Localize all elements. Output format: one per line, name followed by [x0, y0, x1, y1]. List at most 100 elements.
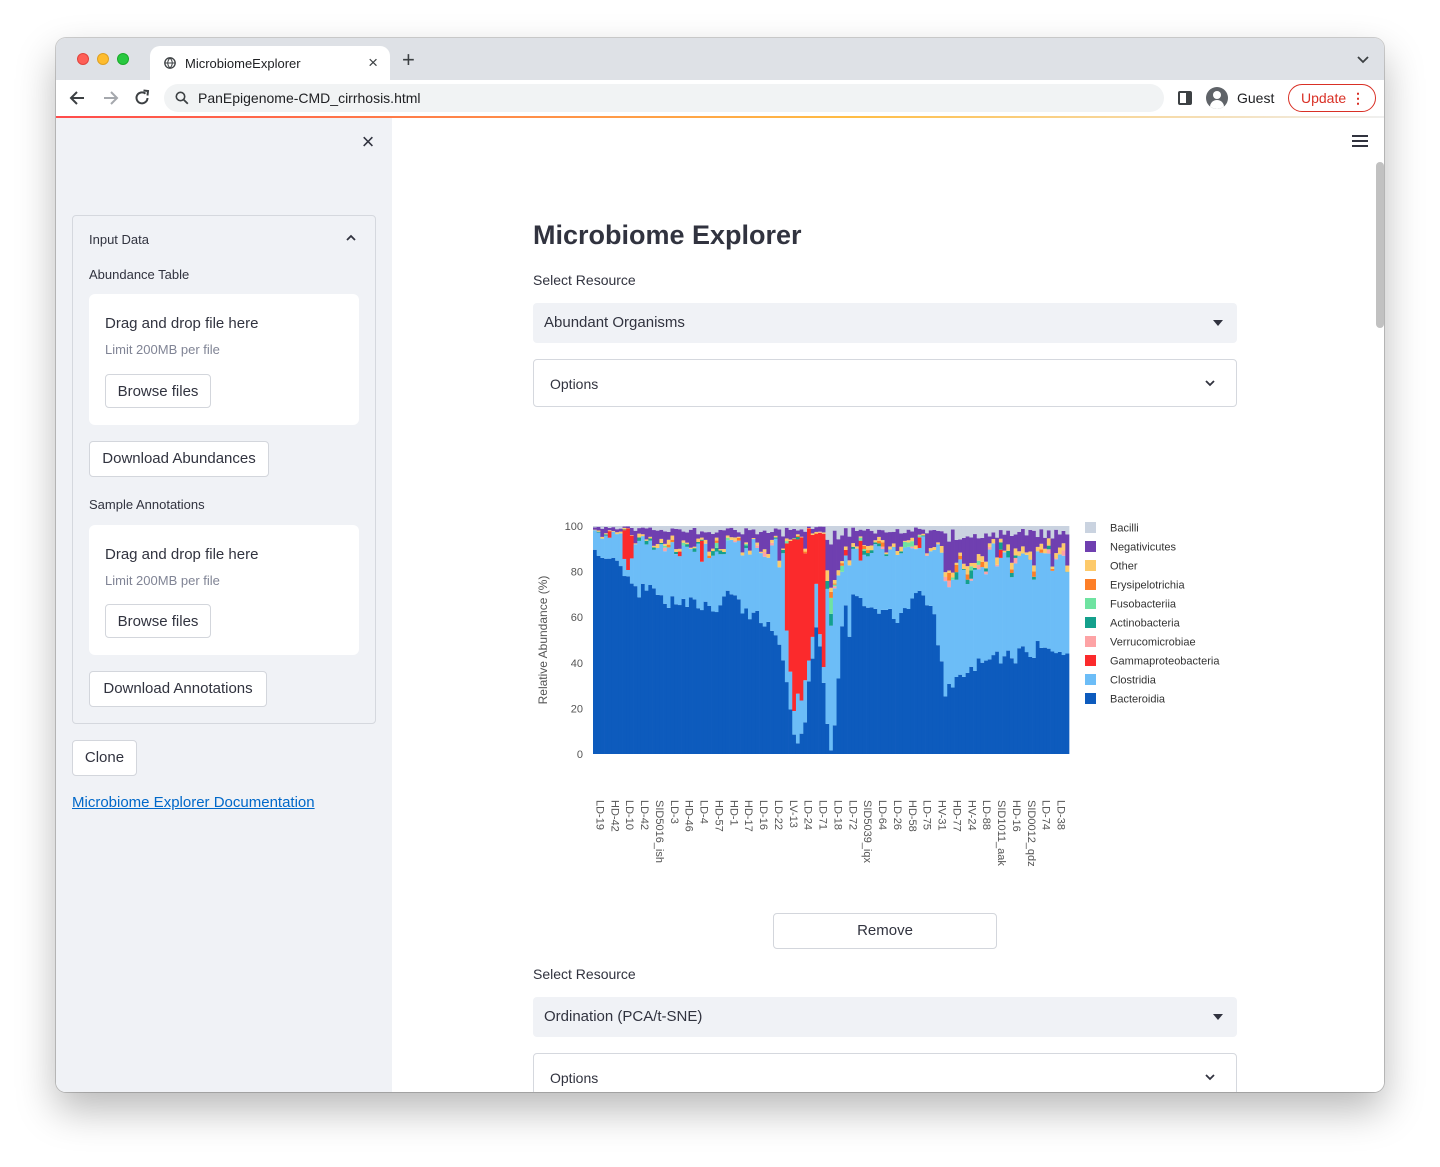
documentation-link[interactable]: Microbiome Explorer Documentation	[72, 794, 315, 811]
bar-segment-other	[1050, 566, 1055, 569]
bar-segment-other	[596, 530, 601, 532]
browser-toolbar: PanEpigenome-CMD_cirrhosis.html Guest Up…	[56, 80, 1384, 116]
bar-segment-bacteroidia	[722, 596, 727, 754]
bar-segment-bacilli	[685, 526, 690, 533]
bar-segment-actinobacteria	[851, 546, 856, 549]
bar-segment-clostridia	[906, 546, 911, 609]
bar-segment-negativicutes	[751, 529, 756, 538]
options-label: Options	[550, 376, 599, 392]
side-panel-icon[interactable]	[1178, 91, 1192, 105]
bar-segment-clostridia	[914, 549, 919, 594]
bar-segment-erysipelotrichia	[803, 551, 808, 554]
bar-segment-bacilli	[1057, 526, 1062, 535]
bar-segment-negativicutes	[973, 534, 978, 563]
bar-segment-clostridia	[925, 555, 930, 606]
bar-segment-other	[950, 572, 955, 578]
bar-segment-bacilli	[1065, 526, 1070, 535]
bar-segment-bacteroidia	[604, 558, 609, 754]
bar-segment-bacteroidia	[648, 585, 653, 754]
tab-close-icon[interactable]: ×	[368, 53, 378, 73]
bar-segment-bacteroidia	[829, 750, 834, 754]
bar-segment-bacteroidia	[784, 682, 789, 754]
profile-name: Guest	[1237, 90, 1275, 106]
hamburger-menu-icon[interactable]	[1352, 135, 1368, 147]
address-bar[interactable]: PanEpigenome-CMD_cirrhosis.html	[164, 84, 1164, 112]
bar-segment-clostridia	[722, 554, 727, 597]
browse-files-button[interactable]: Browse files	[105, 374, 211, 408]
scrollbar[interactable]	[1376, 162, 1384, 328]
resource-select-2[interactable]: Ordination (PCA/t-SNE)	[533, 997, 1237, 1037]
expander-title[interactable]: Input Data	[89, 232, 149, 247]
abundance-dropzone[interactable]: Drag and drop file here Limit 200MB per …	[89, 294, 359, 425]
new-tab-button[interactable]: +	[402, 47, 415, 73]
bar-segment-other	[880, 540, 885, 543]
bar-segment-fusobacteriia	[829, 597, 834, 614]
bar-segment-other	[843, 546, 848, 551]
bar-segment-erysipelotrichia	[866, 550, 871, 554]
bar-segment-bacteroidia	[888, 608, 893, 754]
bar-segment-other	[670, 535, 675, 540]
minimize-window-button[interactable]	[97, 53, 109, 65]
bar-segment-bacilli	[740, 526, 745, 535]
bar-segment-bacteroidia	[607, 558, 612, 754]
update-button[interactable]: Update ⋮	[1288, 84, 1376, 112]
bar-segment-other	[925, 553, 930, 555]
bar-segment-clostridia	[1054, 559, 1059, 654]
close-window-button[interactable]	[77, 53, 89, 65]
more-vert-icon: ⋮	[1351, 90, 1365, 106]
bar-segment-negativicutes	[899, 533, 904, 547]
chevron-up-icon[interactable]	[345, 232, 357, 244]
chevron-down-icon[interactable]	[1356, 52, 1370, 66]
bar-segment-clostridia	[851, 548, 856, 595]
bar-segment-clostridia	[618, 533, 623, 567]
maximize-window-button[interactable]	[117, 53, 129, 65]
options-expander-2[interactable]: Options	[533, 1053, 1237, 1092]
bar-segment-negativicutes	[674, 528, 679, 550]
bar-segment-negativicutes	[633, 530, 638, 544]
bar-segment-actinobacteria	[1009, 572, 1014, 578]
bar-segment-clostridia	[821, 667, 826, 683]
bar-segment-bacteroidia	[950, 687, 955, 754]
remove-button[interactable]: Remove	[773, 913, 997, 949]
main-content: Microbiome Explorer Select Resource Abun…	[392, 118, 1384, 1092]
annotations-dropzone[interactable]: Drag and drop file here Limit 200MB per …	[89, 525, 359, 655]
bar-segment-clostridia	[950, 579, 955, 688]
profile-button[interactable]: Guest	[1202, 83, 1282, 113]
bar-segment-negativicutes	[1021, 528, 1026, 547]
forward-arrow-icon[interactable]	[100, 88, 120, 108]
clone-button[interactable]: Clone	[72, 740, 137, 776]
bar-segment-negativicutes	[950, 529, 955, 573]
bar-segment-other	[688, 547, 693, 549]
bar-segment-bacteroidia	[906, 609, 911, 754]
options-expander[interactable]: Options	[533, 359, 1237, 407]
bar-segment-bacilli	[681, 526, 686, 532]
y-tick-label: 0	[577, 749, 583, 761]
close-sidebar-icon[interactable]: ×	[358, 131, 378, 153]
bar-segment-other	[799, 536, 804, 538]
bar-segment-other	[936, 542, 941, 545]
bar-segment-bacteroidia	[725, 590, 730, 754]
bar-segment-erysipelotrichia	[736, 537, 741, 541]
bar-segment-verrucomicrobiae	[733, 540, 738, 543]
browser-tab[interactable]: MicrobiomeExplorer ×	[150, 46, 390, 80]
bar-segment-clostridia	[711, 555, 716, 612]
bar-segment-negativicutes	[736, 532, 741, 537]
bar-segment-erysipelotrichia	[965, 574, 970, 580]
back-arrow-icon[interactable]	[68, 88, 88, 108]
search-icon	[175, 91, 189, 105]
reload-icon[interactable]	[132, 88, 152, 108]
bar-segment-clostridia	[902, 547, 907, 609]
bar-segment-fusobacteriia	[832, 584, 837, 587]
browse-files-button[interactable]: Browse files	[105, 604, 211, 638]
bar-segment-bacilli	[644, 526, 649, 529]
bar-segment-erysipelotrichia	[832, 583, 837, 585]
resource-select[interactable]: Abundant Organisms	[533, 303, 1237, 343]
download-annotations-button[interactable]: Download Annotations	[89, 671, 267, 707]
download-abundances-button[interactable]: Download Abundances	[89, 441, 269, 477]
bar-segment-other	[700, 537, 705, 540]
bar-segment-clostridia	[829, 625, 834, 751]
bar-segment-bacteroidia	[840, 626, 845, 754]
bar-segment-actinobacteria	[652, 547, 657, 550]
bar-segment-other	[692, 546, 697, 549]
bar-segment-gammaproteobacteria	[810, 534, 815, 637]
